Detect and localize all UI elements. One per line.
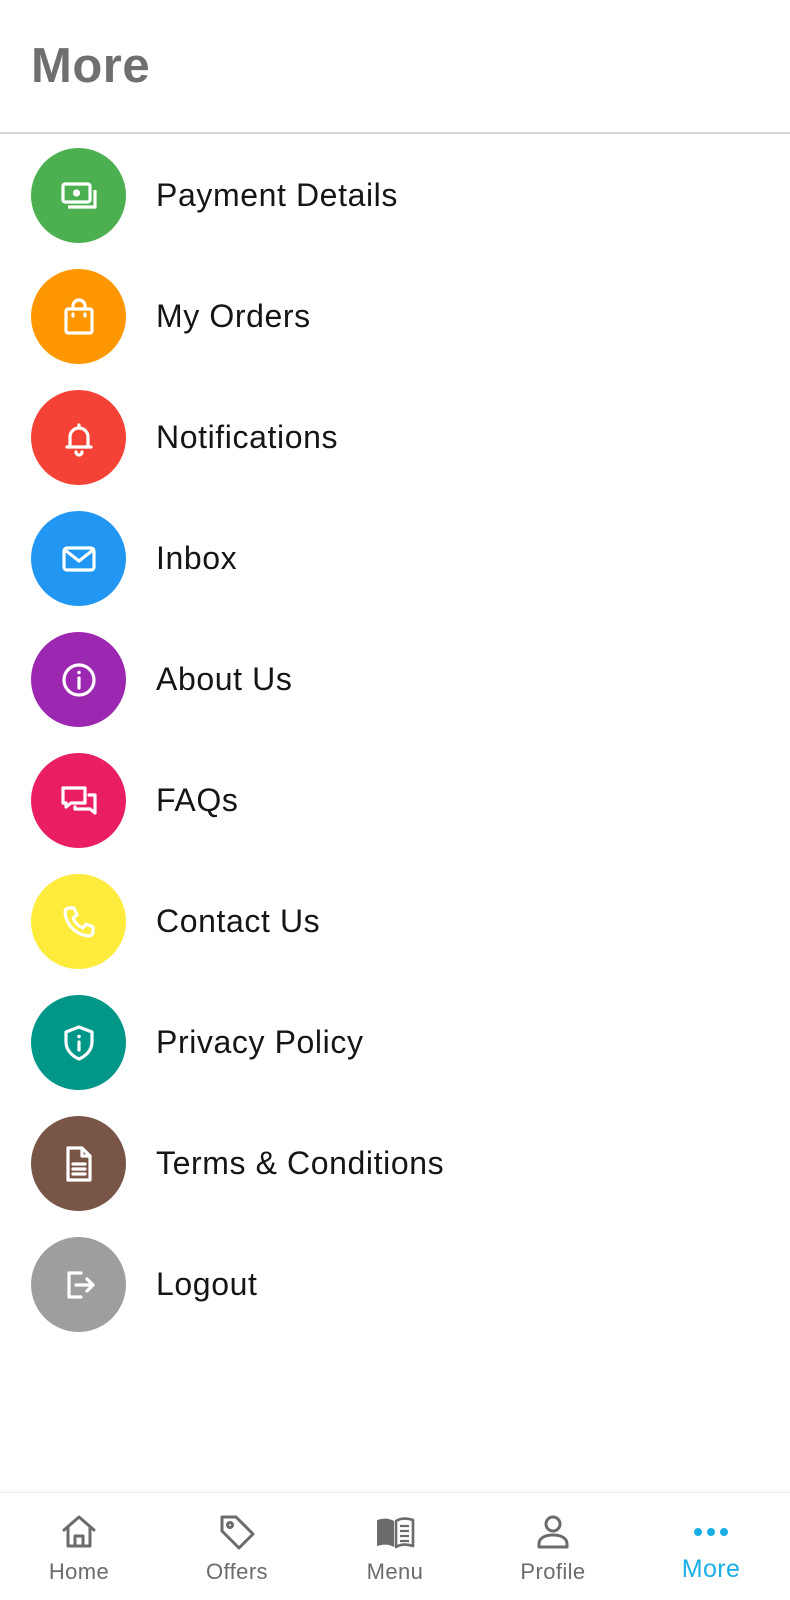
app-header: More [0, 0, 790, 134]
chat-icon [31, 753, 126, 848]
menu-item-label: Notifications [156, 419, 339, 455]
menu-item-terms-conditions[interactable]: Terms & Conditions [0, 1102, 790, 1225]
nav-label-offers: Offers [206, 1559, 268, 1584]
menu-item-privacy-policy[interactable]: Privacy Policy [0, 981, 790, 1104]
menu-item-about-us[interactable]: About Us [0, 618, 790, 741]
menu-item-notifications[interactable]: Notifications [0, 376, 790, 499]
info-icon [31, 632, 126, 727]
phone-icon [31, 874, 126, 969]
menu-item-my-orders[interactable]: My Orders [0, 255, 790, 378]
menu-item-label: Privacy Policy [156, 1024, 364, 1060]
nav-label-profile: Profile [520, 1559, 586, 1584]
menu-item-payment-details[interactable]: Payment Details [0, 134, 790, 257]
menu-item-inbox[interactable]: Inbox [0, 497, 790, 620]
money-icon [31, 148, 126, 243]
shield-icon [31, 995, 126, 1090]
person-icon [537, 1515, 569, 1549]
menu-item-label: Terms & Conditions [156, 1145, 445, 1181]
nav-label-more: More [681, 1555, 741, 1583]
more-dots-icon [694, 1528, 728, 1536]
menu-item-label: Payment Details [156, 177, 398, 213]
envelope-icon [31, 511, 126, 606]
nav-tab-offers[interactable]: Offers [158, 1493, 316, 1600]
logout-icon [31, 1237, 126, 1332]
shopping-bag-icon [31, 269, 126, 364]
home-icon [62, 1515, 96, 1548]
menu-item-label: About Us [156, 661, 293, 697]
bottom-navigation-bar: Home Offers Menu Profile More [0, 1492, 790, 1600]
nav-tab-home[interactable]: Home [0, 1493, 158, 1600]
menu-item-contact-us[interactable]: Contact Us [0, 860, 790, 983]
book-icon [377, 1517, 415, 1549]
nav-tab-more[interactable]: More [632, 1493, 790, 1600]
menu-item-label: Inbox [156, 540, 238, 576]
nav-tab-profile[interactable]: Profile [474, 1493, 632, 1600]
menu-item-label: Logout [156, 1266, 258, 1302]
menu-item-faqs[interactable]: FAQs [0, 739, 790, 862]
nav-label-menu: Menu [366, 1559, 424, 1584]
menu-item-label: My Orders [156, 298, 311, 334]
bell-icon [31, 390, 126, 485]
menu-item-logout[interactable]: Logout [0, 1223, 790, 1346]
nav-tab-menu[interactable]: Menu [316, 1493, 474, 1600]
menu-item-label: FAQs [156, 782, 239, 818]
document-icon [31, 1116, 126, 1211]
tag-icon [220, 1515, 255, 1550]
page-title: More [31, 39, 151, 93]
nav-label-home: Home [48, 1559, 110, 1584]
menu-item-label: Contact Us [156, 903, 321, 939]
more-screen: More Payment Details My Orders Notificat… [0, 0, 790, 1600]
